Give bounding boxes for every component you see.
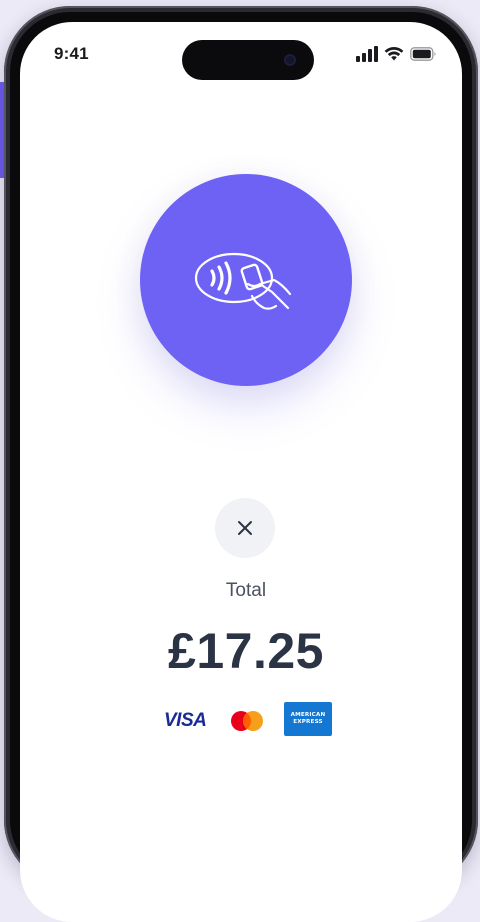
- mastercard-logo: [231, 711, 263, 731]
- amex-logo: AMERICAN EXPRESS: [284, 702, 332, 736]
- payment-screen: 9:41 Total £17.25 VISA AMERICAN EXPRESS: [20, 22, 462, 922]
- dynamic-island: [182, 40, 314, 80]
- visa-logo: VISA: [164, 710, 207, 731]
- total-amount: £17.25: [168, 623, 324, 679]
- status-time: 9:41: [54, 44, 89, 63]
- contactless-tap-icon: [194, 252, 292, 310]
- tap-to-pay-indicator: [140, 174, 352, 386]
- amex-logo-line-2: EXPRESS: [293, 719, 323, 725]
- cancel-payment-button[interactable]: [215, 498, 275, 558]
- close-icon: [238, 521, 252, 535]
- cellular-signal-icon: [356, 46, 378, 62]
- wifi-icon: [384, 47, 404, 61]
- camera-icon: [284, 54, 296, 66]
- battery-icon: [410, 47, 436, 61]
- phone-device: 9:41 Total £17.25 VISA AMERICAN EXPRESS: [4, 6, 478, 922]
- accepted-card-brands: VISA AMERICAN EXPRESS: [20, 702, 462, 738]
- amex-logo-line-1: AMERICAN: [290, 712, 326, 718]
- total-label: Total: [225, 580, 267, 601]
- status-bar: 9:41: [20, 22, 462, 82]
- status-icons: [356, 46, 438, 62]
